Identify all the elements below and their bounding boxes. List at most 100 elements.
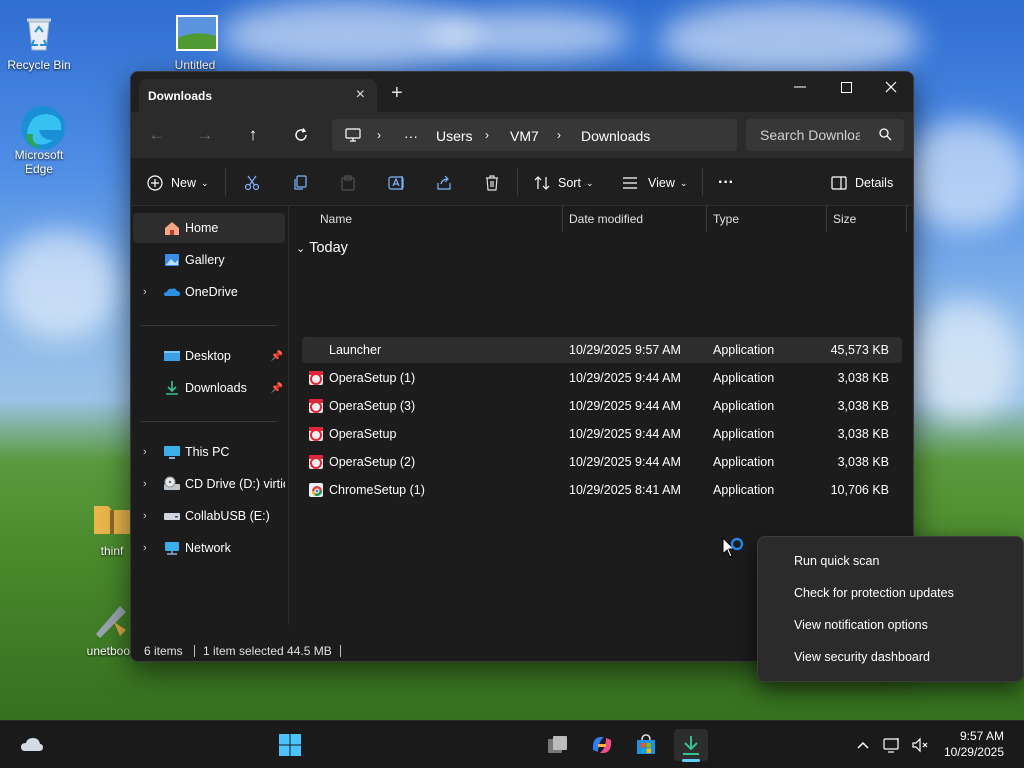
view-button[interactable]: View ⌄ (622, 172, 687, 194)
chevron-right-icon[interactable]: › (143, 542, 147, 554)
file-type: Application (713, 483, 775, 497)
recycle-bin-icon (19, 14, 59, 54)
file-row[interactable]: OperaSetup (2) 10/29/2025 9:44 AM Applic… (302, 449, 902, 475)
rename-button[interactable] (388, 172, 406, 194)
file-row[interactable]: OperaSetup (1) 10/29/2025 9:44 AM Applic… (302, 365, 902, 391)
file-name: OperaSetup (329, 427, 397, 441)
sort-button[interactable]: Sort ⌄ (534, 172, 593, 194)
toolbar-divider (517, 168, 518, 196)
minimize-button[interactable] (777, 72, 823, 102)
breadcrumb-downloads[interactable]: Downloads (581, 128, 650, 144)
desktop-icon-edge[interactable]: Microsoft Edge (1, 104, 77, 176)
breadcrumb-users[interactable]: Users (436, 128, 473, 144)
taskbar-copilot[interactable] (585, 729, 619, 761)
gallery-icon (165, 254, 179, 266)
clock-date[interactable]: 10/29/2025 (944, 745, 1004, 759)
cut-button[interactable] (244, 172, 260, 194)
new-button[interactable]: New ⌄ (147, 172, 209, 194)
desktop-icon-recycle-bin[interactable]: Recycle Bin (1, 14, 77, 72)
file-date: 10/29/2025 8:41 AM (569, 483, 681, 497)
column-header-size[interactable]: Size (833, 212, 856, 226)
chevron-right-icon[interactable]: › (143, 286, 147, 298)
weather-widget[interactable] (15, 729, 49, 761)
close-tab-icon[interactable]: × (356, 86, 365, 104)
sidebar-item-usb-drive[interactable]: › CollabUSB (E:) (133, 501, 285, 531)
column-header-name[interactable]: Name (320, 212, 352, 226)
network-tray-button[interactable] (878, 729, 906, 761)
breadcrumb-vm7[interactable]: VM7 (510, 128, 539, 144)
column-header-date-modified[interactable]: Date modified (569, 212, 643, 226)
tab-downloads[interactable]: Downloads × (139, 79, 377, 112)
sidebar-item-onedrive[interactable]: › OneDrive (133, 277, 285, 307)
taskbar-microsoft-store[interactable] (629, 729, 663, 761)
column-divider[interactable] (826, 206, 827, 232)
address-bar[interactable]: › ··· Users › VM7 › Downloads (332, 119, 737, 151)
new-tab-button[interactable]: + (391, 83, 403, 103)
file-type: Application (713, 399, 775, 413)
file-row[interactable]: OperaSetup (3) 10/29/2025 9:44 AM Applic… (302, 393, 902, 419)
store-icon (637, 734, 655, 754)
sidebar-item-desktop[interactable]: Desktop 📌 (133, 341, 285, 371)
breadcrumb-overflow[interactable]: ··· (404, 128, 418, 144)
column-divider[interactable] (562, 206, 563, 232)
menu-item-view-security-dashboard[interactable]: View security dashboard (794, 650, 930, 664)
column-divider[interactable] (706, 206, 707, 232)
refresh-button[interactable] (289, 124, 313, 146)
file-row[interactable]: OperaSetup 10/29/2025 9:44 AM Applicatio… (302, 421, 902, 447)
opera-installer-icon (309, 371, 323, 385)
menu-item-run-quick-scan[interactable]: Run quick scan (794, 554, 879, 568)
sidebar-item-downloads[interactable]: Downloads 📌 (133, 373, 285, 403)
clock-time[interactable]: 9:57 AM (960, 729, 1004, 743)
back-button[interactable]: ← (145, 124, 169, 146)
sidebar-item-this-pc[interactable]: › This PC (133, 437, 285, 467)
pin-icon[interactable]: 📌 (271, 383, 283, 394)
chevron-right-icon[interactable]: › (143, 510, 147, 522)
cut-icon (244, 175, 260, 191)
column-header-type[interactable]: Type (713, 212, 739, 226)
delete-button[interactable] (484, 172, 500, 194)
up-button[interactable]: ↑ (241, 124, 265, 146)
edge-icon (19, 104, 65, 150)
taskbar-file-explorer-downloads[interactable] (674, 729, 708, 761)
desktop-icon-untitled[interactable]: Untitled (157, 14, 233, 72)
file-date: 10/29/2025 9:44 AM (569, 371, 681, 385)
menu-item-check-protection-updates[interactable]: Check for protection updates (794, 586, 954, 600)
column-divider[interactable] (906, 206, 907, 232)
title-bar[interactable]: Downloads × + (131, 72, 913, 112)
chevron-right-icon[interactable]: › (143, 446, 147, 458)
maximize-button[interactable] (823, 72, 869, 102)
group-header-today[interactable]: ⌄ Today (296, 240, 348, 256)
sidebar-item-gallery[interactable]: Gallery (133, 245, 285, 275)
sidebar-item-network[interactable]: › Network (133, 533, 285, 563)
volume-tray-button[interactable] (906, 729, 934, 761)
taskbar-task-view[interactable] (541, 729, 575, 761)
sidebar-item-home[interactable]: Home (133, 213, 285, 243)
busy-cursor-icon (722, 536, 744, 558)
status-divider (340, 645, 341, 657)
windows-logo-icon (279, 734, 301, 756)
copy-button[interactable] (292, 172, 308, 194)
chevron-right-icon[interactable]: › (143, 478, 147, 490)
sidebar-item-cd-drive[interactable]: › CD Drive (D:) virtio- (133, 469, 285, 499)
file-row[interactable]: ChromeSetup (1) 10/29/2025 8:41 AM Appli… (302, 477, 902, 503)
menu-item-view-notification-options[interactable]: View notification options (794, 618, 928, 632)
new-label: New (171, 176, 197, 190)
share-button[interactable] (436, 172, 452, 194)
show-hidden-icons-button[interactable] (846, 729, 880, 761)
sort-icon (534, 176, 550, 190)
file-name: Launcher (329, 343, 382, 357)
forward-button[interactable]: → (193, 124, 217, 146)
sidebar-item-label: CD Drive (D:) virtio- (185, 477, 285, 491)
pin-icon[interactable]: 📌 (271, 351, 283, 362)
file-size: 3,038 KB (837, 455, 889, 469)
paste-button[interactable] (340, 172, 356, 194)
copilot-icon (592, 737, 612, 753)
file-row[interactable]: Launcher 10/29/2025 9:57 AM Application … (302, 337, 902, 363)
search-box[interactable]: Search Downloa (746, 119, 904, 151)
close-window-button[interactable] (868, 72, 913, 102)
more-options-button[interactable]: ··· (718, 172, 734, 194)
desktop-icon-label: Recycle Bin (7, 58, 71, 72)
file-size: 10,706 KB (830, 483, 889, 497)
start-button[interactable] (273, 729, 307, 761)
details-pane-button[interactable]: Details (831, 172, 893, 194)
